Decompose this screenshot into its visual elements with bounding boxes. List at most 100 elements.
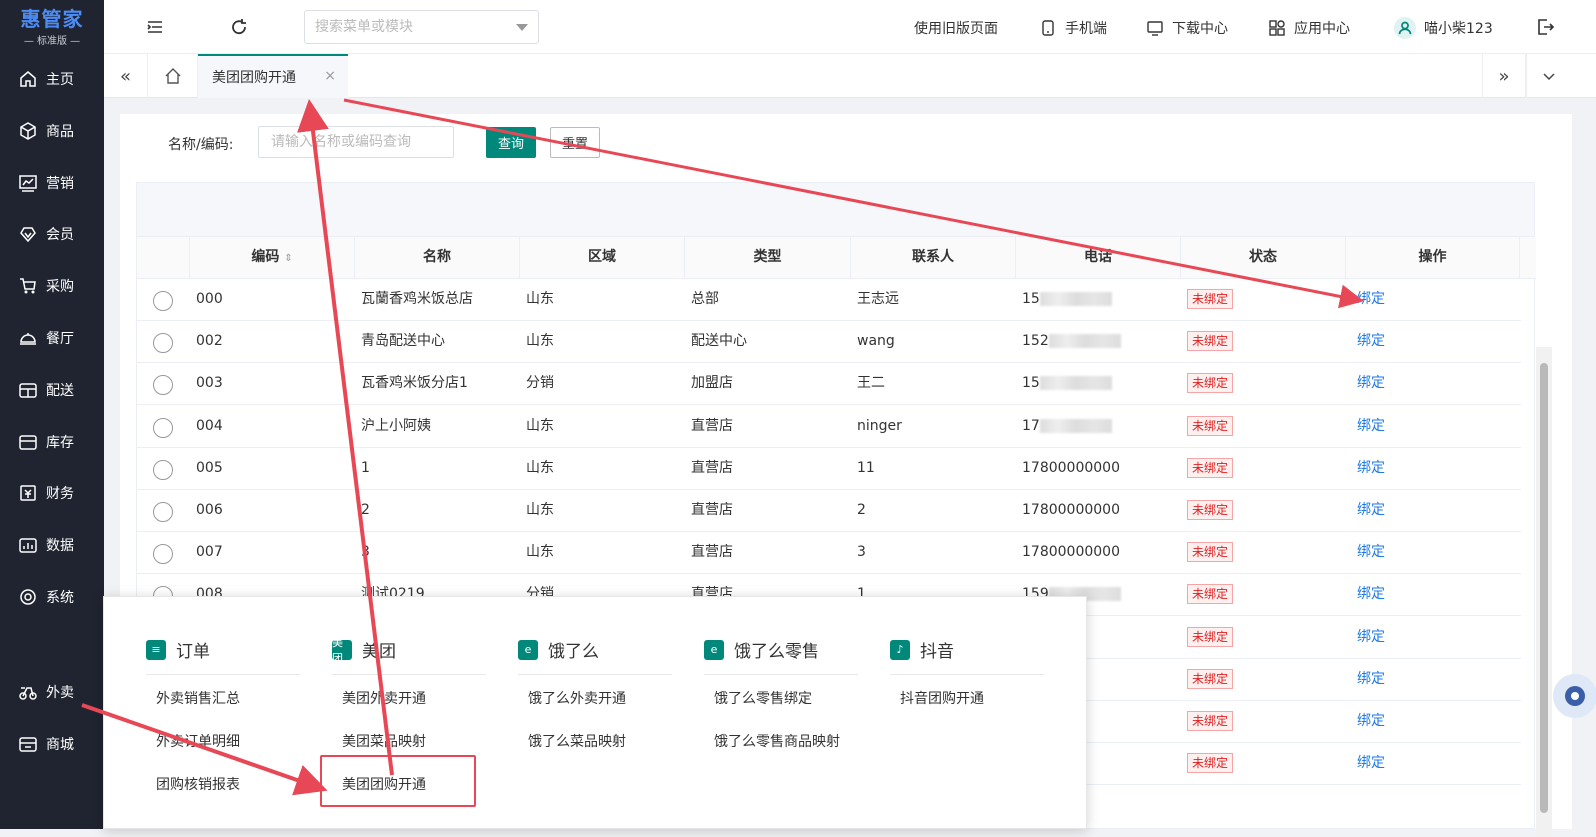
row-select[interactable] — [137, 321, 190, 363]
query-button[interactable]: 查询 — [486, 127, 536, 158]
tabs-scroll-left[interactable]: « — [104, 54, 148, 98]
header-code[interactable]: 编码 ⇕ — [190, 237, 355, 279]
refresh-icon[interactable] — [228, 16, 250, 38]
cell-name-text: 瓦蘭香鸡米饭总店 — [361, 291, 473, 307]
bind-link[interactable]: 绑定 — [1357, 544, 1385, 560]
status-badge: 未绑定 — [1187, 331, 1234, 352]
row-select[interactable] — [137, 363, 190, 405]
cell-action: 绑定 — [1357, 490, 1517, 532]
takeout-menu-popup: ≡ 订单 外卖销售汇总 外卖订单明细 团购核销报表 美团 美团 美团外卖开通 美团菜品映射 美团团… — [103, 596, 1087, 829]
sidebar-item-restaurant[interactable]: 餐厅 — [0, 316, 104, 360]
row-select[interactable] — [137, 448, 190, 490]
table-row[interactable]: 006 2 山东 直营店 2 17800000000 未绑定 绑定 — [137, 490, 1521, 532]
bind-link[interactable]: 绑定 — [1357, 460, 1385, 476]
table-row[interactable]: 000 瓦蘭香鸡米饭总店 山东 总部 王志远 15 未绑定 绑定 — [137, 279, 1521, 321]
cell-code: 005 — [196, 448, 355, 490]
cell-name: 沪上小阿姨 — [361, 406, 520, 448]
name-code-search-input[interactable]: 请输入名称或编码查询 — [258, 126, 454, 158]
old-version-link[interactable]: 使用旧版页面 — [914, 17, 998, 39]
cell-contact: ninger — [857, 406, 1016, 448]
row-radio[interactable] — [153, 375, 173, 396]
tab-home[interactable] — [148, 54, 198, 98]
table-row[interactable]: 005 1 山东 直营店 11 17800000000 未绑定 绑定 — [137, 448, 1521, 490]
scrollbar-thumb[interactable] — [1540, 363, 1548, 813]
menu-item[interactable]: 外卖订单明细 — [146, 732, 300, 775]
sidebar-item-member[interactable]: 会员 — [0, 212, 104, 256]
search-menu-select[interactable]: 搜索菜单或模块 — [304, 10, 539, 44]
menu-item[interactable]: 团购核销报表 — [146, 775, 300, 818]
bind-link[interactable]: 绑定 — [1357, 671, 1385, 687]
topbar: 搜索菜单或模块 使用旧版页面 手机端 下载中心 应用中心 喵小柴123 — [104, 0, 1596, 54]
download-center-link[interactable]: 下载中心 — [1146, 17, 1228, 39]
cell-action: 绑定 — [1357, 363, 1517, 405]
bind-link[interactable]: 绑定 — [1357, 586, 1385, 602]
user-menu[interactable]: 喵小柴123 — [1394, 17, 1493, 39]
cell-type-text: 总部 — [691, 291, 719, 307]
row-select[interactable] — [137, 279, 190, 321]
sidebar-item-delivery[interactable]: 配送 — [0, 368, 104, 412]
row-select[interactable] — [137, 532, 190, 574]
mobile-link[interactable]: 手机端 — [1039, 17, 1107, 39]
row-select[interactable] — [137, 406, 190, 448]
row-radio[interactable] — [153, 333, 173, 354]
row-radio[interactable] — [153, 544, 173, 565]
wallet-icon — [20, 485, 36, 501]
table-scrollbar[interactable] — [1536, 347, 1552, 837]
reset-button[interactable]: 重置 — [550, 127, 600, 158]
cell-phone-text: 152 — [1022, 333, 1049, 350]
sidebar-item-takeout[interactable]: 外卖 — [0, 670, 104, 714]
sidebar-item-inventory[interactable]: 库存 — [0, 420, 104, 464]
tabs-scroll-right[interactable]: » — [1482, 54, 1526, 98]
menu-item[interactable]: 抖音团购开通 — [890, 689, 1044, 732]
table-row[interactable]: 007 3 山东 直营店 3 17800000000 未绑定 绑定 — [137, 532, 1521, 575]
app-center-link[interactable]: 应用中心 — [1268, 17, 1350, 39]
sort-icon[interactable]: ⇕ — [284, 253, 292, 264]
sidebar-item-purchase[interactable]: 采购 — [0, 264, 104, 308]
menu-item[interactable]: 饿了么外卖开通 — [518, 689, 672, 732]
menu-item[interactable]: 饿了么零售商品映射 — [704, 732, 858, 775]
row-radio[interactable] — [153, 502, 173, 522]
status-badge: 未绑定 — [1187, 753, 1234, 774]
sidebar-item-data[interactable]: 数据 — [0, 523, 104, 567]
table-row[interactable]: 004 沪上小阿姨 山东 直营店 ninger 17 未绑定 绑定 — [137, 406, 1521, 448]
bind-link[interactable]: 绑定 — [1357, 333, 1385, 349]
bind-link[interactable]: 绑定 — [1357, 291, 1385, 307]
cell-area: 分销 — [526, 363, 685, 405]
floating-assistant-icon[interactable] — [1545, 668, 1596, 724]
menu-item[interactable]: 美团外卖开通 — [332, 689, 486, 732]
cell-code-text: 003 — [196, 375, 223, 392]
cloche-icon — [20, 333, 36, 345]
douyin-icon: ♪ — [890, 639, 910, 660]
tab-meituan-groupbuy[interactable]: 美团团购开通 × — [198, 54, 348, 98]
table-row[interactable]: 003 瓦香鸡米饭分店1 分销 加盟店 王二 15 未绑定 绑定 — [137, 363, 1521, 406]
cell-area-text: 山东 — [526, 544, 554, 561]
sidebar-item-home[interactable]: 主页 — [0, 57, 104, 101]
menu-item[interactable]: 外卖销售汇总 — [146, 689, 300, 732]
tabs-dropdown[interactable] — [1526, 54, 1570, 98]
menu-item[interactable]: 饿了么菜品映射 — [518, 732, 672, 775]
menu-fold-icon[interactable] — [144, 16, 166, 38]
row-radio[interactable] — [153, 417, 173, 438]
sidebar-item-mall[interactable]: 商城 — [0, 722, 104, 766]
cell-code: 003 — [196, 363, 355, 405]
cell-type: 总部 — [691, 279, 851, 321]
bind-link[interactable]: 绑定 — [1357, 502, 1385, 518]
sidebar-item-finance[interactable]: 财务 — [0, 471, 104, 515]
close-icon[interactable]: × — [324, 68, 336, 84]
menu-group-title: 订单 — [176, 642, 210, 662]
menu-item[interactable]: 饿了么零售绑定 — [704, 689, 858, 732]
sidebar-item-goods[interactable]: 商品 — [0, 109, 104, 153]
cell-phone-text: 17800000000 — [1022, 544, 1120, 561]
bind-link[interactable]: 绑定 — [1357, 629, 1385, 645]
bind-link[interactable]: 绑定 — [1357, 755, 1385, 771]
table-row[interactable]: 002 青岛配送中心 山东 配送中心 wang 152 未绑定 绑定 — [137, 321, 1521, 364]
row-select[interactable] — [137, 490, 190, 532]
row-radio[interactable] — [153, 459, 173, 480]
sidebar-item-marketing[interactable]: 营销 — [0, 161, 104, 205]
row-radio[interactable] — [153, 291, 173, 311]
sidebar-item-system[interactable]: 系统 — [0, 575, 104, 619]
logout-icon[interactable] — [1534, 16, 1556, 38]
bind-link[interactable]: 绑定 — [1357, 418, 1385, 434]
bind-link[interactable]: 绑定 — [1357, 375, 1385, 391]
bind-link[interactable]: 绑定 — [1357, 713, 1385, 729]
